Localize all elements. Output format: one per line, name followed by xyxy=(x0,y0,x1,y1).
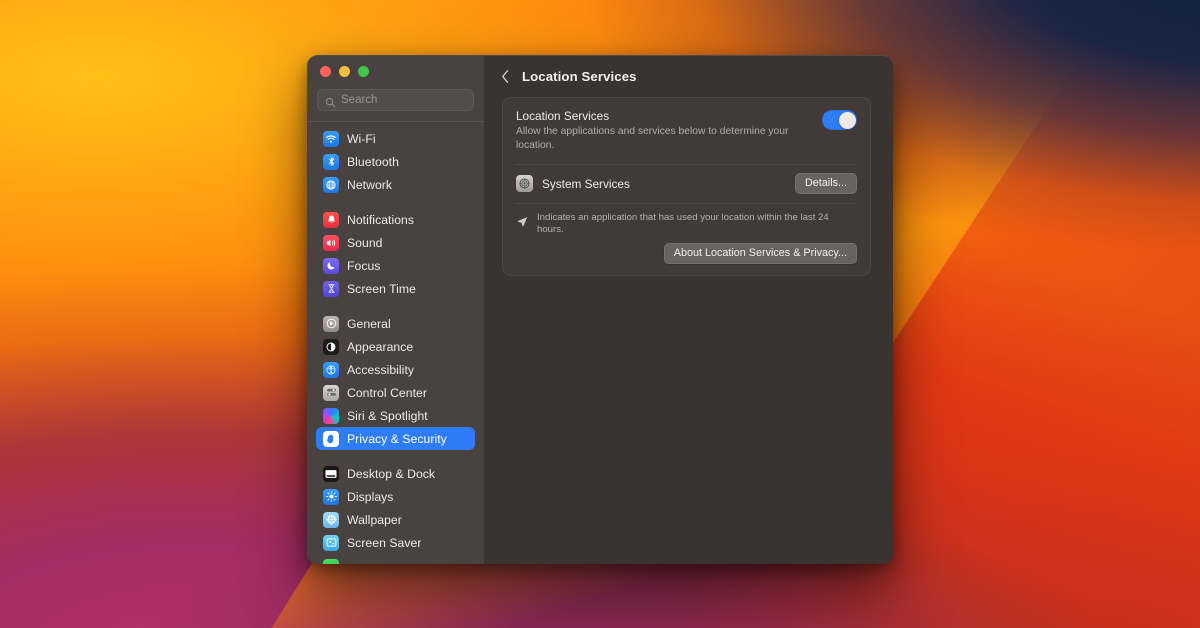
wifi-icon xyxy=(323,130,339,147)
sidebar-item-partially-visible[interactable] xyxy=(316,555,475,564)
toggle-knob xyxy=(838,111,856,129)
accessibility-person-icon xyxy=(323,361,339,378)
appearance-contrast-icon xyxy=(323,338,339,355)
location-services-title: Location Services xyxy=(516,109,610,123)
sidebar-item-label: Accessibility xyxy=(347,362,415,377)
location-arrow-icon xyxy=(516,215,529,233)
sidebar-item-label: Focus xyxy=(347,258,381,273)
window-traffic-lights xyxy=(307,56,484,86)
zoom-button[interactable] xyxy=(358,65,369,77)
sidebar-group-system: General Appearance Accessibility Control… xyxy=(316,312,475,451)
sidebar-item-label: Appearance xyxy=(347,339,414,354)
sidebar-item-general[interactable]: General xyxy=(316,312,475,335)
displays-brightness-icon xyxy=(323,488,339,505)
about-row: About Location Services & Privacy... xyxy=(516,239,857,275)
privacy-hand-icon xyxy=(323,430,339,447)
sidebar-group-appearance: Desktop & Dock Displays Wallpaper Screen… xyxy=(316,462,475,564)
sidebar-item-label: Bluetooth xyxy=(347,154,399,169)
search-icon xyxy=(325,95,336,107)
control-center-icon xyxy=(323,384,339,401)
notifications-bell-icon xyxy=(323,211,339,228)
sidebar-item-label: Control Center xyxy=(347,385,427,400)
sidebar-group-spacer xyxy=(316,450,475,462)
bluetooth-icon xyxy=(323,153,339,170)
sidebar-item-label: Siri & Spotlight xyxy=(347,408,428,423)
sidebar-item-label: Notifications xyxy=(347,212,415,227)
detail-body: Location Services Allow the applications… xyxy=(484,97,893,276)
focus-moon-icon xyxy=(323,257,339,274)
chevron-left-icon[interactable] xyxy=(499,69,512,85)
desktop-dock-icon xyxy=(323,465,339,482)
location-services-text: Location Services Allow the applications… xyxy=(516,109,822,153)
system-services-icon xyxy=(516,175,533,192)
detail-pane: Location Services Location Services Allo… xyxy=(484,56,893,564)
location-usage-note: Indicates an application that has used y… xyxy=(516,203,857,239)
sidebar-item-bluetooth[interactable]: Bluetooth xyxy=(316,150,475,173)
sidebar-item-focus[interactable]: Focus xyxy=(316,254,475,277)
location-services-row: Location Services Allow the applications… xyxy=(516,98,857,164)
wallpaper-flower-icon xyxy=(323,511,339,528)
sidebar-item-label: Wallpaper xyxy=(347,512,402,527)
sidebar-item-label: Wi-Fi xyxy=(347,131,376,146)
screen-time-hourglass-icon xyxy=(323,280,339,297)
sidebar-item-label: General xyxy=(347,316,391,331)
sidebar-item-label: Displays xyxy=(347,489,394,504)
general-gear-icon xyxy=(323,315,339,332)
search-container xyxy=(307,86,484,111)
sidebar-item-label: Sound xyxy=(347,235,383,250)
details-button[interactable]: Details... xyxy=(794,173,857,194)
sidebar-item-appearance[interactable]: Appearance xyxy=(316,335,475,358)
desktop-background: Wi-Fi Bluetooth xyxy=(0,0,1200,628)
page-title: Location Services xyxy=(522,69,637,84)
screen-saver-icon xyxy=(323,534,339,551)
location-usage-note-text: Indicates an application that has used y… xyxy=(537,212,829,235)
sidebar-item-siri-and-spotlight[interactable]: Siri & Spotlight xyxy=(316,404,475,427)
network-globe-icon xyxy=(323,176,339,193)
sidebar-item-wallpaper[interactable]: Wallpaper xyxy=(316,508,475,531)
close-button[interactable] xyxy=(320,65,331,77)
sidebar: Wi-Fi Bluetooth xyxy=(307,56,484,564)
sidebar-item-control-center[interactable]: Control Center xyxy=(316,381,475,404)
sidebar-group-alerts: Notifications Sound Focus Screen Time xyxy=(316,208,475,300)
system-services-row: System Services Details... xyxy=(516,165,857,203)
system-services-label: System Services xyxy=(542,176,630,191)
partially-visible-icon xyxy=(323,558,339,564)
sidebar-group-connectivity: Wi-Fi Bluetooth Network xyxy=(316,127,475,196)
location-services-toggle[interactable] xyxy=(822,110,857,130)
location-services-card: Location Services Allow the applications… xyxy=(502,97,871,276)
sidebar-item-network[interactable]: Network xyxy=(316,173,475,196)
siri-orb-icon xyxy=(323,407,339,424)
about-location-services-and-privacy-button[interactable]: About Location Services & Privacy... xyxy=(663,243,857,264)
sidebar-nav-list: Wi-Fi Bluetooth Network Notifications So… xyxy=(307,121,484,564)
sidebar-item-wi-fi[interactable]: Wi-Fi xyxy=(316,127,475,150)
search-input[interactable] xyxy=(341,94,466,106)
search-field[interactable] xyxy=(317,89,474,111)
sidebar-item-screen-saver[interactable]: Screen Saver xyxy=(316,531,475,554)
sidebar-group-spacer xyxy=(316,196,475,208)
sidebar-group-spacer xyxy=(316,300,475,312)
detail-header: Location Services xyxy=(484,56,893,97)
location-services-subtitle: Allow the applications and services belo… xyxy=(516,126,789,151)
sound-speaker-icon xyxy=(323,234,339,251)
sidebar-item-label: Network xyxy=(347,177,393,192)
sidebar-item-label: Desktop & Dock xyxy=(347,466,436,481)
minimize-button[interactable] xyxy=(339,65,350,77)
sidebar-item-privacy-and-security[interactable]: Privacy & Security xyxy=(316,427,475,451)
system-settings-window: Wi-Fi Bluetooth xyxy=(307,55,893,564)
sidebar-item-screen-time[interactable]: Screen Time xyxy=(316,277,475,300)
sidebar-item-sound[interactable]: Sound xyxy=(316,231,475,254)
sidebar-item-notifications[interactable]: Notifications xyxy=(316,208,475,231)
sidebar-item-accessibility[interactable]: Accessibility xyxy=(316,358,475,381)
sidebar-item-displays[interactable]: Displays xyxy=(316,485,475,508)
sidebar-item-label: Privacy & Security xyxy=(347,431,447,446)
sidebar-item-label: Screen Time xyxy=(347,281,416,296)
sidebar-item-desktop-and-dock[interactable]: Desktop & Dock xyxy=(316,462,475,485)
sidebar-item-label: Screen Saver xyxy=(347,535,422,550)
